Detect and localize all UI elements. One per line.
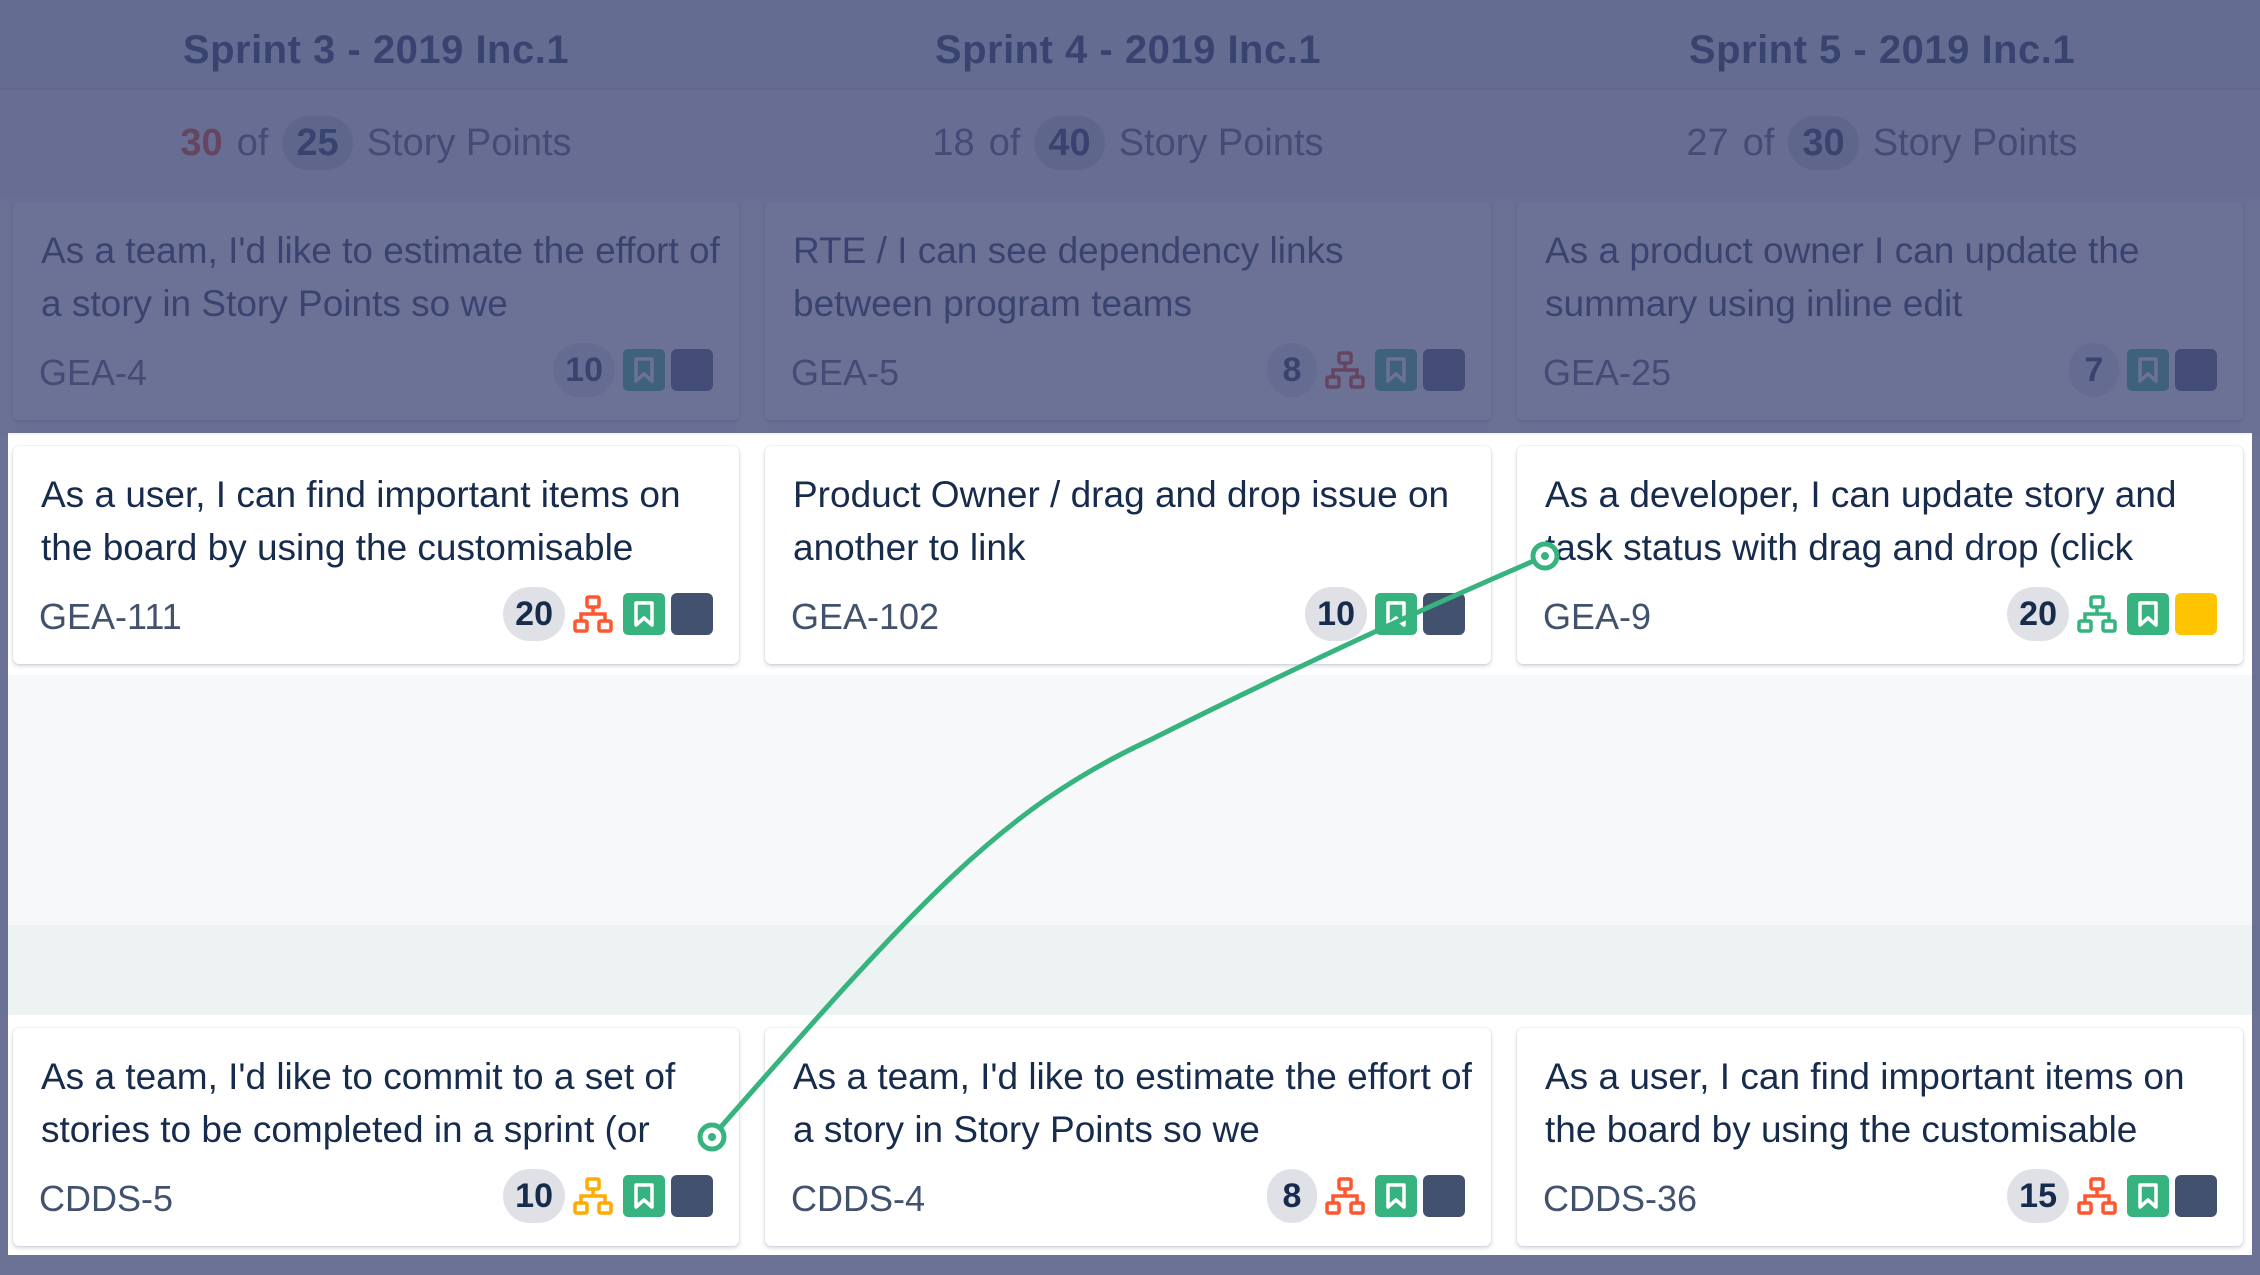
priority-icon (2175, 1175, 2217, 1217)
story-points-badge: 20 (503, 587, 565, 641)
issue-card[interactable]: As a team, I'd like to estimate the effo… (13, 202, 739, 420)
story-icon (2127, 593, 2169, 635)
issue-key[interactable]: GEA-5 (791, 352, 899, 394)
card-summary: As a team, I'd like to estimate the effo… (41, 230, 720, 324)
story-points-badge: 20 (2007, 587, 2069, 641)
issue-key[interactable]: CDDS-5 (39, 1178, 173, 1220)
dependency-icon (2077, 595, 2117, 633)
sprint-capacity-5: 27 of 30 Story Points (1512, 88, 2252, 198)
story-icon (1375, 593, 1417, 635)
loaded-points: 18 (932, 121, 975, 164)
story-icon (2127, 349, 2169, 391)
story-icon (1375, 349, 1417, 391)
story-icon (2127, 1175, 2169, 1217)
issue-key[interactable]: GEA-102 (791, 596, 939, 638)
issue-key[interactable]: CDDS-4 (791, 1178, 925, 1220)
priority-icon (2175, 349, 2217, 391)
card-summary: RTE / I can see dependency links between… (793, 230, 1344, 324)
story-icon (623, 593, 665, 635)
of-label: of (1742, 121, 1775, 164)
story-points-badge: 8 (1267, 1169, 1317, 1223)
card-tags: 10 (503, 1168, 713, 1224)
card-tags: 20 (2007, 586, 2217, 642)
card-summary: As a user, I can find important items on… (41, 474, 681, 568)
card-tags: 8 (1267, 342, 1465, 398)
card-tags: 15 (2007, 1168, 2217, 1224)
capacity-badge: 25 (282, 116, 353, 170)
issue-card[interactable]: As a team, I'd like to estimate the effo… (765, 1028, 1491, 1246)
unit-label: Story Points (1118, 121, 1324, 164)
issue-key[interactable]: GEA-9 (1543, 596, 1651, 638)
priority-icon (671, 1175, 713, 1217)
card-summary: Product Owner / drag and drop issue on a… (793, 474, 1450, 568)
card-tags: 10 (1305, 586, 1465, 642)
of-label: of (988, 121, 1021, 164)
story-icon (623, 1175, 665, 1217)
card-summary: As a user, I can find important items on… (1545, 1056, 2185, 1150)
issue-card[interactable]: As a team, I'd like to commit to a set o… (13, 1028, 739, 1246)
sprint-title-3[interactable]: Sprint 3 - 2019 Inc.1 (8, 0, 744, 88)
of-label: of (236, 121, 269, 164)
priority-icon (2175, 593, 2217, 635)
issue-card[interactable]: As a user, I can find important items on… (13, 446, 739, 664)
story-points-badge: 7 (2069, 343, 2119, 397)
sprint-capacity-4: 18 of 40 Story Points (760, 88, 1496, 198)
priority-icon (671, 593, 713, 635)
priority-icon (1423, 593, 1465, 635)
capacity-badge: 30 (1788, 116, 1859, 170)
dependency-icon (1325, 1177, 1365, 1215)
issue-key[interactable]: GEA-111 (39, 596, 182, 638)
priority-icon (1423, 349, 1465, 391)
card-tags: 20 (503, 586, 713, 642)
issue-card[interactable]: Product Owner / drag and drop issue on a… (765, 446, 1491, 664)
priority-icon (671, 349, 713, 391)
card-tags: 8 (1267, 1168, 1465, 1224)
sprint-capacity-3: 30 of 25 Story Points (8, 88, 744, 198)
story-points-badge: 8 (1267, 343, 1317, 397)
card-summary: As a developer, I can update story and t… (1545, 474, 2177, 568)
swimlane-empty-area (0, 675, 2260, 925)
issue-card[interactable]: As a developer, I can update story and t… (1517, 446, 2243, 664)
story-points-badge: 10 (503, 1169, 565, 1223)
card-summary: As a team, I'd like to estimate the effo… (793, 1056, 1472, 1150)
issue-card[interactable]: RTE / I can see dependency links between… (765, 202, 1491, 420)
card-summary: As a team, I'd like to commit to a set o… (41, 1056, 676, 1150)
issue-key[interactable]: GEA-25 (1543, 352, 1671, 394)
story-icon (1375, 1175, 1417, 1217)
story-icon (623, 349, 665, 391)
card-summary: As a product owner I can update the summ… (1545, 230, 2140, 324)
program-board: Sprint 3 - 2019 Inc.1 Sprint 4 - 2019 In… (0, 0, 2260, 1275)
sprint-title-5[interactable]: Sprint 5 - 2019 Inc.1 (1512, 0, 2252, 88)
priority-icon (1423, 1175, 1465, 1217)
swimlane-divider (0, 925, 2260, 1015)
issue-key[interactable]: GEA-4 (39, 352, 147, 394)
story-points-badge: 10 (553, 343, 615, 397)
dependency-icon (2077, 1177, 2117, 1215)
issue-card[interactable]: As a user, I can find important items on… (1517, 1028, 2243, 1246)
story-points-badge: 10 (1305, 587, 1367, 641)
issue-card[interactable]: As a product owner I can update the summ… (1517, 202, 2243, 420)
story-points-badge: 15 (2007, 1169, 2069, 1223)
unit-label: Story Points (1872, 121, 2078, 164)
sprint-title-4[interactable]: Sprint 4 - 2019 Inc.1 (760, 0, 1496, 88)
dependency-icon (573, 595, 613, 633)
card-tags: 10 (553, 342, 713, 398)
issue-key[interactable]: CDDS-36 (1543, 1178, 1697, 1220)
dependency-icon (1325, 351, 1365, 389)
card-tags: 7 (2069, 342, 2217, 398)
dependency-icon (573, 1177, 613, 1215)
unit-label: Story Points (366, 121, 572, 164)
capacity-badge: 40 (1034, 116, 1105, 170)
loaded-points: 30 (180, 121, 223, 164)
loaded-points: 27 (1686, 121, 1729, 164)
